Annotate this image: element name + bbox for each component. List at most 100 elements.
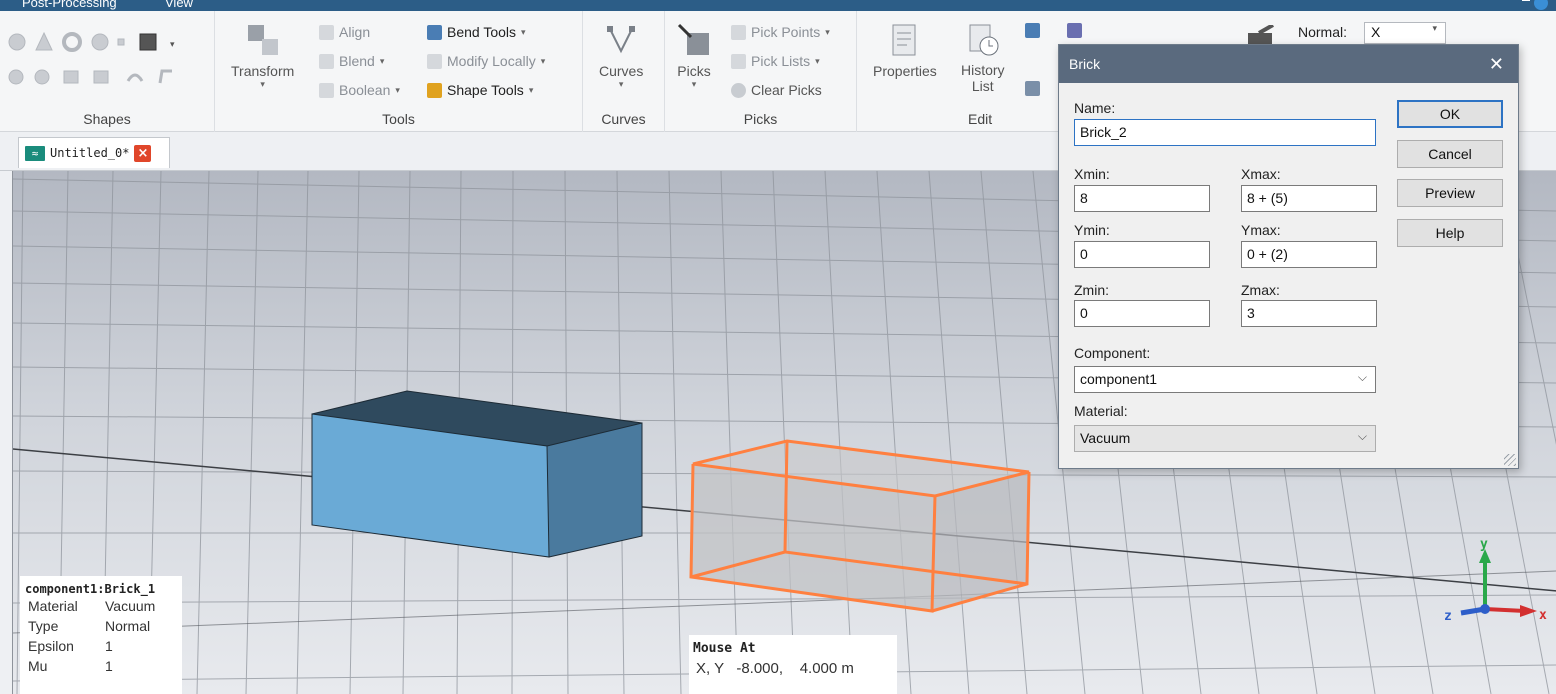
y-axis-label: y (1480, 537, 1488, 552)
minimize-icon[interactable] (1522, 0, 1530, 1)
pick-points-label: Pick Points (751, 24, 821, 40)
bend-tools-label: Bend Tools (447, 24, 517, 40)
macro-button[interactable] (1067, 23, 1082, 38)
calculator-button[interactable] (1025, 23, 1040, 38)
xmin-label: Xmin: (1074, 166, 1110, 182)
brick-1-solid[interactable] (311, 390, 643, 558)
zmin-label: Zmin: (1074, 282, 1109, 298)
curves-button[interactable]: Curves ▾ (599, 23, 643, 90)
parameter-button[interactable] (1025, 81, 1040, 96)
bend-tools-icon (427, 24, 442, 40)
picks-group: Picks ▾ Pick Points ▾ Pick Lists ▾ Clear… (665, 11, 857, 132)
align-button[interactable]: Align (319, 24, 370, 40)
macro-icon (1067, 23, 1082, 38)
help-icon[interactable] (1534, 0, 1548, 10)
pick-points-button[interactable]: Pick Points ▾ (731, 24, 830, 40)
info-row: Mu 1 (20, 656, 182, 676)
boolean-icon (319, 82, 334, 98)
close-icon[interactable]: × (134, 144, 152, 162)
clear-picks-button[interactable]: Clear Picks (731, 82, 822, 98)
curves-group: Curves ▾ Curves (583, 11, 665, 132)
clear-picks-label: Clear Picks (751, 82, 822, 98)
rotate-icon (34, 69, 50, 85)
preview-button[interactable]: Preview (1397, 179, 1503, 207)
chevron-down-icon: ▾ (395, 84, 400, 95)
chevron-down-icon: ⌵ (1357, 370, 1367, 384)
shape-tools-label: Shape Tools (447, 82, 524, 98)
chevron-down-icon: ▾ (379, 55, 385, 66)
mouse-position-coords: -8.000, 4.000 m (736, 660, 854, 677)
info-row: Epsilon 1 (20, 636, 182, 656)
chevron-down-icon: ▾ (815, 55, 820, 66)
xmin-field[interactable]: 8 (1074, 185, 1210, 212)
bend-tools-button[interactable]: Bend Tools ▾ (427, 24, 526, 40)
close-icon[interactable]: ✕ (1489, 54, 1504, 75)
svg-text:▾: ▾ (170, 39, 175, 49)
ymin-label: Ymin: (1074, 222, 1110, 238)
calculator-icon (1025, 23, 1040, 38)
help-button[interactable]: Help (1397, 219, 1503, 247)
name-field[interactable]: Brick_2 (1074, 119, 1376, 146)
align-icon (319, 24, 334, 40)
transform-button[interactable]: Transform ▾ (231, 23, 294, 90)
resize-grip-icon[interactable] (1504, 454, 1516, 466)
menu-post-processing[interactable]: Post-Processing (22, 0, 117, 10)
project-icon: ≈ (25, 145, 45, 161)
info-row: Type Normal (20, 616, 182, 636)
modify-locally-button[interactable]: Modify Locally ▾ (427, 53, 545, 69)
properties-icon (888, 23, 922, 57)
chevron-down-icon: ▾ (825, 26, 830, 37)
brick-2-preview[interactable] (689, 439, 1031, 613)
xmax-field[interactable]: 8 + (5) (1241, 185, 1377, 212)
info-key: Mu (28, 658, 48, 674)
pick-lists-button[interactable]: Pick Lists ▾ (731, 53, 820, 69)
properties-button[interactable]: Properties (873, 23, 937, 79)
component-select[interactable]: component1 ⌵ (1074, 366, 1376, 393)
pick-lists-label: Pick Lists (751, 53, 811, 69)
picks-button[interactable]: Picks ▾ (677, 23, 711, 90)
tools-group: Transform ▾ Align Blend ▾ Boolean ▾ Bend… (215, 11, 583, 132)
ymax-field[interactable]: 0 + (2) (1241, 241, 1377, 268)
tools-group-label: Tools (382, 111, 415, 127)
pick-lists-icon (731, 53, 746, 69)
wire-icon (126, 73, 144, 82)
loft-icon (63, 70, 79, 84)
normal-label: Normal: (1298, 24, 1348, 40)
curves-icon (604, 23, 638, 57)
cancel-button[interactable]: Cancel (1397, 140, 1503, 168)
curves-group-label: Curves (601, 111, 646, 127)
ymax-label: Ymax: (1241, 222, 1281, 238)
properties-label: Properties (873, 63, 937, 79)
sphere-icon (8, 33, 26, 51)
shape-tools-button[interactable]: Shape Tools ▾ (427, 82, 533, 98)
history-list-button[interactable]: History List (961, 23, 1005, 95)
brick-dialog: Brick ✕ Name: Brick_2 Xmin: 8 Xmax: 8 + … (1058, 44, 1519, 469)
cylinder-icon (91, 33, 109, 51)
align-label: Align (339, 24, 371, 40)
zmin-field[interactable]: 0 (1074, 300, 1210, 327)
chevron-down-icon: ▾ (1432, 23, 1437, 33)
info-value: Normal (105, 618, 151, 634)
selection-info-box: component1:Brick_1 Material Vacuum Type No… (20, 576, 182, 694)
zmax-field[interactable]: 3 (1241, 300, 1377, 327)
menu-view[interactable]: View (165, 0, 193, 10)
dialog-title-bar[interactable]: Brick ✕ (1059, 45, 1518, 83)
transform-label: Transform (231, 63, 295, 79)
ymin-field[interactable]: 0 (1074, 241, 1210, 268)
selection-info-title: component1:Brick_1 (25, 582, 156, 596)
chevron-down-icon: ▾ (528, 84, 534, 95)
material-select-value: Vacuum (1080, 430, 1131, 446)
boolean-button[interactable]: Boolean ▾ (319, 82, 400, 98)
info-value: 1 (105, 638, 113, 654)
shapes-group: ▾ Shapes (0, 11, 215, 132)
document-tab[interactable]: ≈ Untitled_0* × (18, 137, 170, 168)
modify-locally-label: Modify Locally (447, 53, 536, 69)
normal-select[interactable]: X ▾ (1364, 22, 1446, 44)
ok-button[interactable]: OK (1397, 100, 1503, 128)
blend-button[interactable]: Blend ▾ (319, 53, 384, 69)
info-key: Material (28, 598, 78, 614)
blend-label: Blend (339, 53, 375, 69)
normal-select-value: X (1371, 24, 1381, 40)
mouse-position-label: X, Y (696, 660, 724, 677)
material-select[interactable]: Vacuum ⌵ (1074, 425, 1376, 452)
